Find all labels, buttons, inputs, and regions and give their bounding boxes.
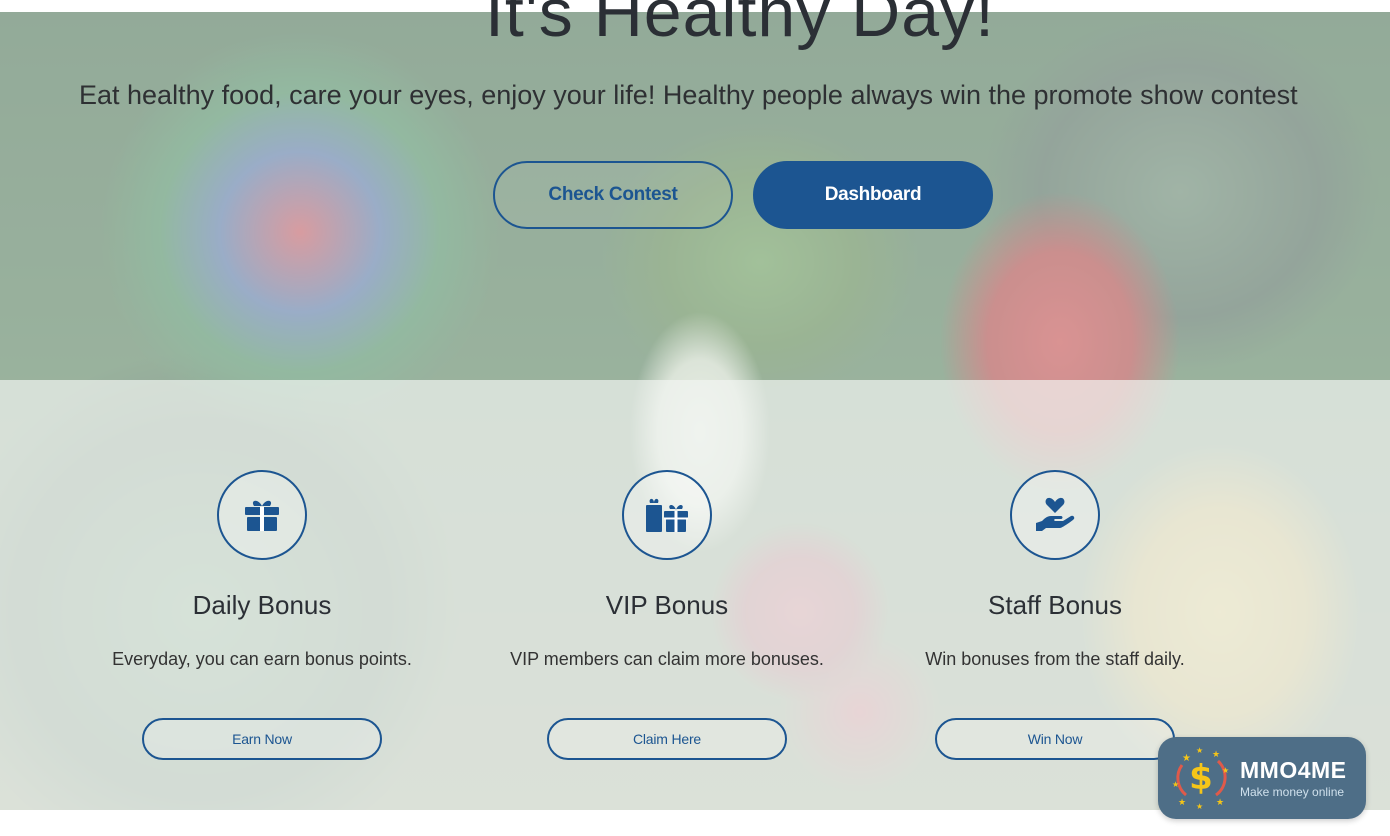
hand-holding-heart-icon (1010, 470, 1100, 560)
feature-daily-bonus: Daily Bonus Everyday, you can earn bonus… (62, 470, 462, 760)
win-now-button[interactable]: Win Now (935, 718, 1175, 760)
feature-description: VIP members can claim more bonuses. (510, 649, 824, 669)
svg-text:★: ★ (1182, 753, 1191, 764)
feature-staff-bonus: Staff Bonus Win bonuses from the staff d… (855, 470, 1255, 760)
svg-text:★: ★ (1178, 798, 1186, 808)
claim-here-button[interactable]: Claim Here (547, 718, 787, 760)
svg-text:★: ★ (1196, 802, 1203, 811)
dollar-stars-icon: $ ★ ★ ★ ★ ★ ★ ★ ★ (1172, 746, 1229, 811)
feature-description: Win bonuses from the staff daily. (925, 649, 1185, 669)
earn-now-button[interactable]: Earn Now (142, 718, 382, 760)
gifts-icon (622, 470, 712, 560)
svg-text:★: ★ (1172, 780, 1179, 789)
feature-description: Everyday, you can earn bonus points. (112, 649, 412, 669)
logo-tagline: Make money online (1240, 785, 1345, 799)
feature-vip-bonus: VIP Bonus VIP members can claim more bon… (467, 470, 867, 760)
svg-text:$: $ (1189, 758, 1213, 798)
feature-title: Staff Bonus (988, 590, 1122, 620)
hero-subtitle: Eat healthy food, care your eyes, enjoy … (79, 80, 1298, 110)
svg-text:★: ★ (1196, 746, 1203, 755)
svg-text:★: ★ (1216, 798, 1224, 808)
logo-name: MMO4ME (1240, 757, 1347, 783)
svg-text:★: ★ (1222, 766, 1229, 775)
check-contest-button[interactable]: Check Contest (493, 161, 733, 229)
svg-text:★: ★ (1212, 750, 1220, 760)
feature-title: VIP Bonus (605, 590, 729, 620)
gift-icon (217, 470, 307, 560)
dashboard-button[interactable]: Dashboard (753, 161, 993, 229)
feature-title: Daily Bonus (192, 590, 332, 620)
mmo4me-logo-badge[interactable]: $ ★ ★ ★ ★ ★ ★ ★ ★ MMO4ME Make money onli… (1158, 737, 1366, 819)
hero-title: It's Healthy Day! (485, 0, 995, 51)
